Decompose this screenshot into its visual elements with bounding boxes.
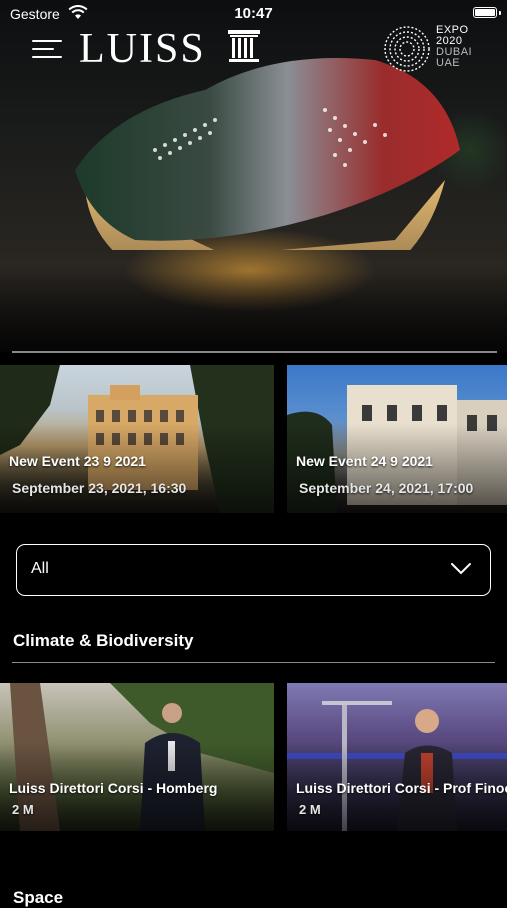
hero-fade [0,272,507,352]
chevron-down-icon [451,563,471,575]
section-title: Climate & Biodiversity [13,631,194,650]
clock: 10:47 [234,5,273,22]
battery-icon [473,7,497,18]
expo-logo-icon [384,26,430,72]
event-card[interactable]: New Event 23 9 2021 September 23, 2021, … [0,365,274,513]
video-duration: 2 M [12,802,34,817]
video-title: Luiss Direttori Corsi - Homberg [9,780,218,796]
hero-banner[interactable]: LUISS EXPO 2020 DUBAI UAE [0,0,507,352]
event-date: September 24, 2021, 17:00 [299,480,474,496]
event-title: New Event 23 9 2021 [9,453,146,469]
category-filter-dropdown[interactable]: All [16,544,491,596]
event-title: New Event 24 9 2021 [296,453,433,469]
video-title: Luiss Direttori Corsi - Prof Finocc [296,780,507,796]
video-card[interactable]: Luiss Direttori Corsi - Prof Finocc 2 M [287,683,507,831]
video-duration: 2 M [299,802,321,817]
event-date: September 23, 2021, 16:30 [12,480,187,496]
hamburger-menu-icon[interactable] [32,38,64,60]
luiss-logo[interactable]: LUISS [79,25,206,73]
video-card[interactable]: Luiss Direttori Corsi - Homberg 2 M [0,683,274,831]
section-divider [12,662,495,663]
battery-cap [499,11,501,15]
hero-divider [12,351,497,353]
expo-wordmark: EXPO 2020 DUBAI UAE [436,24,473,69]
event-card[interactable]: New Event 24 9 2021 September 24, 2021, … [287,365,507,513]
column-logo-icon [228,30,260,62]
status-bar: Gestore 10:47 [0,0,507,28]
section-title: Space [13,888,64,907]
dropdown-value: All [31,560,49,577]
